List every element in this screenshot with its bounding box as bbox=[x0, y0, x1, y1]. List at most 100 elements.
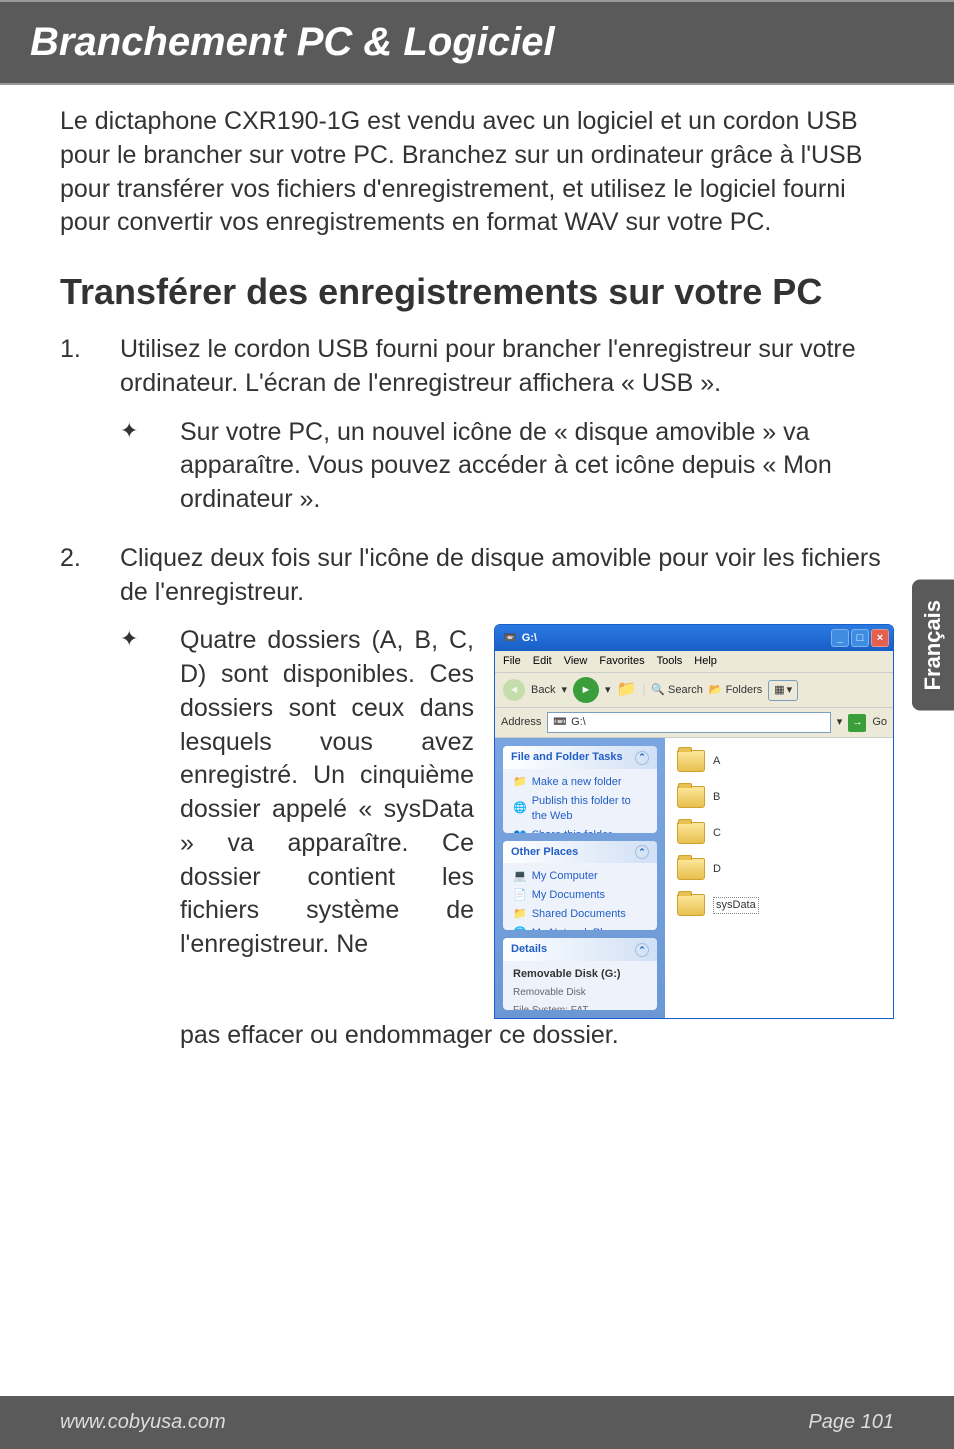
share-icon: 👥 bbox=[513, 828, 527, 833]
xp-addressbar: Address 📼 G:\ ▾ → Go bbox=[495, 708, 893, 738]
step-2-sub: Quatre dossiers (A, B, C, D) sont dispon… bbox=[120, 624, 894, 1052]
folder-a[interactable]: A bbox=[677, 750, 881, 772]
search-label: Search bbox=[668, 683, 703, 698]
task-publish[interactable]: 🌐 Publish this folder to the Web bbox=[513, 794, 647, 824]
step-2-sub-text-a: Quatre dossiers (A, B, C, D) sont dispon… bbox=[180, 624, 474, 962]
folder-c-label: C bbox=[713, 826, 721, 841]
panel1-title: File and Folder Tasks bbox=[511, 750, 623, 765]
back-button[interactable]: ◄ bbox=[503, 679, 525, 701]
back-dropdown-icon[interactable]: ▾ bbox=[561, 683, 567, 698]
page-title: Branchement PC & Logiciel bbox=[30, 20, 555, 64]
folders-icon: 📂 bbox=[709, 683, 723, 698]
place-shared-docs[interactable]: 📁 Shared Documents bbox=[513, 907, 647, 922]
place-shared-docs-label: Shared Documents bbox=[532, 907, 626, 922]
task-share-label: Share this folder bbox=[532, 828, 612, 833]
shared-icon: 📁 bbox=[513, 907, 527, 922]
panel3-title: Details bbox=[511, 942, 547, 957]
panel-file-tasks-header[interactable]: File and Folder Tasks ⌃ bbox=[503, 746, 657, 769]
collapse-icon[interactable]: ⌃ bbox=[635, 751, 649, 765]
folder-d[interactable]: D bbox=[677, 858, 881, 880]
folders-label: Folders bbox=[726, 683, 763, 698]
collapse-icon[interactable]: ⌃ bbox=[635, 943, 649, 957]
task-new-folder-label: Make a new folder bbox=[532, 775, 622, 790]
step-2-sub-text-b: pas effacer ou endommager ce dossier. bbox=[180, 1019, 894, 1053]
folder-d-label: D bbox=[713, 862, 721, 877]
folder-sysdata-label: sysData bbox=[713, 897, 759, 914]
language-tab: Français bbox=[912, 580, 954, 711]
search-icon: 🔍 bbox=[651, 683, 665, 698]
menu-view[interactable]: View bbox=[564, 654, 588, 669]
folder-b[interactable]: B bbox=[677, 786, 881, 808]
task-new-folder[interactable]: 📁 Make a new folder bbox=[513, 775, 647, 790]
new-folder-icon: 📁 bbox=[513, 775, 527, 790]
place-my-computer[interactable]: 💻My Computer bbox=[513, 869, 647, 884]
maximize-button[interactable]: □ bbox=[851, 629, 869, 647]
place-network-label: My Network Places bbox=[532, 926, 626, 930]
footer-page: Page 101 bbox=[808, 1411, 894, 1434]
panel-other-places: Other Places ⌃ 💻My Computer 📄My Document… bbox=[503, 841, 657, 931]
step-1-text: Utilisez le cordon USB fourni pour branc… bbox=[120, 335, 856, 397]
folder-icon bbox=[677, 750, 705, 772]
folder-a-label: A bbox=[713, 754, 720, 769]
xp-explorer-window: 📼 G:\ _ □ × File bbox=[494, 624, 894, 1019]
forward-dropdown-icon[interactable]: ▾ bbox=[605, 683, 611, 698]
panel-details-header[interactable]: Details ⌃ bbox=[503, 938, 657, 961]
detail-disk-name: Removable Disk (G:) bbox=[513, 967, 647, 982]
folder-c[interactable]: C bbox=[677, 822, 881, 844]
task-share[interactable]: 👥 Share this folder bbox=[513, 828, 647, 833]
views-icon: ▦ bbox=[774, 683, 784, 698]
panel2-title: Other Places bbox=[511, 845, 578, 860]
collapse-icon[interactable]: ⌃ bbox=[635, 845, 649, 859]
address-value: G:\ bbox=[571, 715, 586, 730]
network-icon: 🌐 bbox=[513, 926, 527, 930]
detail-disk-type: Removable Disk bbox=[513, 986, 647, 1000]
menu-tools[interactable]: Tools bbox=[657, 654, 683, 669]
page-footer: www.cobyusa.com Page 101 bbox=[0, 1396, 954, 1449]
up-button[interactable]: 📁 bbox=[617, 679, 637, 701]
panel-details: Details ⌃ Removable Disk (G:) Removable … bbox=[503, 938, 657, 1010]
intro-paragraph: Le dictaphone CXR190-1G est vendu avec u… bbox=[60, 105, 894, 240]
menu-edit[interactable]: Edit bbox=[533, 654, 552, 669]
step-1-sub: Sur votre PC, un nouvel icône de « disqu… bbox=[120, 416, 894, 517]
menu-file[interactable]: File bbox=[503, 654, 521, 669]
xp-menubar: File Edit View Favorites Tools Help bbox=[495, 651, 893, 673]
panel-file-tasks: File and Folder Tasks ⌃ 📁 Make a new fold… bbox=[503, 746, 657, 832]
forward-button[interactable]: ► bbox=[573, 677, 599, 703]
go-button[interactable]: → bbox=[848, 714, 866, 732]
page-header: Branchement PC & Logiciel bbox=[0, 0, 954, 85]
folders-button[interactable]: 📂 Folders bbox=[709, 683, 762, 698]
folder-icon bbox=[677, 786, 705, 808]
step-2-sublist: Quatre dossiers (A, B, C, D) sont dispon… bbox=[120, 624, 894, 1052]
address-drive-icon: 📼 bbox=[553, 715, 567, 730]
folder-b-label: B bbox=[713, 790, 720, 805]
drive-icon: 📼 bbox=[503, 631, 517, 646]
views-button[interactable]: ▦ ▾ bbox=[768, 680, 798, 701]
place-my-documents[interactable]: 📄My Documents bbox=[513, 888, 647, 903]
place-network[interactable]: 🌐 My Network Places bbox=[513, 926, 647, 930]
address-dropdown-icon[interactable]: ▾ bbox=[837, 715, 843, 730]
xp-toolbar: ◄ Back ▾ ► ▾ 📁 | 🔍 Search bbox=[495, 673, 893, 708]
go-label: Go bbox=[872, 715, 887, 730]
task-publish-label: Publish this folder to the Web bbox=[532, 794, 647, 824]
folder-icon bbox=[677, 894, 705, 916]
menu-favorites[interactable]: Favorites bbox=[599, 654, 644, 669]
content-area: Le dictaphone CXR190-1G est vendu avec u… bbox=[0, 85, 954, 1053]
minimize-button[interactable]: _ bbox=[831, 629, 849, 647]
step-1-sub-text: Sur votre PC, un nouvel icône de « disqu… bbox=[180, 418, 832, 514]
xp-titlebar: 📼 G:\ _ □ × bbox=[495, 625, 893, 651]
place-my-documents-label: My Documents bbox=[532, 888, 605, 903]
address-label: Address bbox=[501, 715, 541, 730]
step-2-text: Cliquez deux fois sur l'icône de disque … bbox=[120, 544, 881, 606]
publish-icon: 🌐 bbox=[513, 801, 527, 816]
menu-help[interactable]: Help bbox=[694, 654, 717, 669]
place-my-computer-label: My Computer bbox=[532, 869, 598, 884]
address-input[interactable]: 📼 G:\ bbox=[547, 712, 830, 733]
folder-sysdata[interactable]: sysData bbox=[677, 894, 881, 916]
panel-other-places-header[interactable]: Other Places ⌃ bbox=[503, 841, 657, 864]
xp-title: G:\ bbox=[522, 631, 537, 646]
xp-file-pane: A B C bbox=[665, 738, 893, 1018]
step-1: Utilisez le cordon USB fourni pour branc… bbox=[60, 333, 894, 517]
section-heading: Transférer des enregistrements sur votre… bbox=[60, 270, 894, 313]
close-button[interactable]: × bbox=[871, 629, 889, 647]
search-button[interactable]: 🔍 Search bbox=[651, 683, 703, 698]
